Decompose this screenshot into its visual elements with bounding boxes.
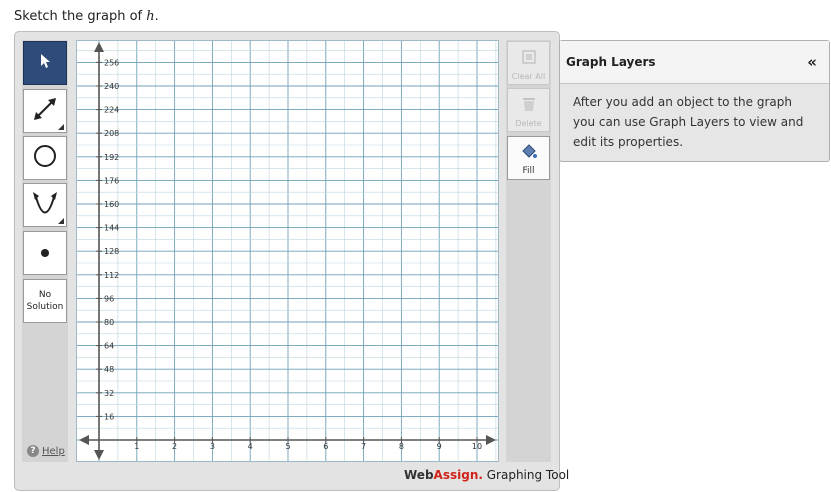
y-tick-label: 128 xyxy=(104,247,119,256)
help-label: Help xyxy=(42,445,65,457)
no-solution-label-line1: No xyxy=(38,290,52,300)
y-tick-label: 256 xyxy=(104,58,119,67)
point-tool-button[interactable] xyxy=(23,231,67,275)
x-tick-label: 7 xyxy=(361,442,366,451)
graph-layers-title: Graph Layers xyxy=(566,55,656,69)
graph-layers-description: After you add an object to the graph you… xyxy=(573,95,804,149)
collapse-icon[interactable]: « xyxy=(807,53,817,71)
circle-tool-button[interactable] xyxy=(23,136,67,180)
y-tick-label: 96 xyxy=(104,294,114,303)
point-icon xyxy=(39,244,51,263)
delete-label: Delete xyxy=(515,119,542,128)
clear-all-icon xyxy=(521,42,536,72)
prompt-period: . xyxy=(154,9,159,24)
help-link[interactable]: ? Help xyxy=(27,445,65,457)
x-tick-label: 5 xyxy=(285,442,290,451)
y-tick-label: 208 xyxy=(104,129,119,138)
brand-web: Web xyxy=(404,468,434,482)
y-tick-label: 32 xyxy=(104,389,114,398)
x-tick-label: 2 xyxy=(172,442,177,451)
graph-canvas[interactable]: 1 2 3 4 5 6 7 8 9 10 16 32 48 64 80 96 112 128 144 160 176 19… xyxy=(76,40,499,462)
y-tick-label: 48 xyxy=(104,365,114,374)
arrow-cursor-icon xyxy=(38,53,52,73)
x-axis-right-arrow-icon xyxy=(486,435,496,445)
x-tick-label: 10 xyxy=(472,442,482,451)
y-tick-label: 192 xyxy=(104,153,119,162)
y-tick-label: 176 xyxy=(104,176,119,185)
brand-graphing-tool: Graphing Tool xyxy=(482,468,570,482)
fill-label: Fill xyxy=(522,166,535,176)
prompt-variable: h xyxy=(146,9,155,24)
webassign-branding: WebAssign. Graphing Tool xyxy=(404,468,569,482)
y-tick-label: 64 xyxy=(104,342,114,351)
trash-icon xyxy=(522,89,536,119)
x-tick-label: 6 xyxy=(323,442,328,451)
paint-bucket-icon xyxy=(520,137,538,166)
delete-button[interactable]: Delete xyxy=(507,88,550,132)
no-solution-button[interactable]: No Solution xyxy=(23,279,67,323)
x-tick-label: 9 xyxy=(437,442,442,451)
y-axis-up-arrow-icon xyxy=(94,42,104,52)
submenu-corner-icon xyxy=(58,218,64,224)
x-tick-label: 3 xyxy=(210,442,215,451)
brand-assign: Assign. xyxy=(433,468,483,482)
pointer-tool-button[interactable] xyxy=(23,41,67,85)
y-tick-label: 224 xyxy=(104,106,119,115)
no-solution-label-line2: Solution xyxy=(26,302,64,312)
y-tick-label: 144 xyxy=(104,224,119,233)
prompt-text: Sketch the graph of xyxy=(14,9,143,24)
graph-layers-header: Graph Layers « xyxy=(560,41,829,84)
y-tick-label: 80 xyxy=(104,318,114,327)
parabola-icon xyxy=(30,188,60,222)
fill-button[interactable]: Fill xyxy=(507,136,550,180)
question-prompt: Sketch the graph of h. xyxy=(14,9,159,24)
help-icon: ? xyxy=(27,445,39,457)
circle-icon xyxy=(32,143,58,173)
submenu-corner-icon xyxy=(58,124,64,130)
clear-all-label: Clear All xyxy=(511,72,546,81)
x-axis-left-arrow-icon xyxy=(79,435,89,445)
coordinate-grid[interactable]: 1 2 3 4 5 6 7 8 9 10 16 32 48 64 80 96 112 128 144 160 176 19… xyxy=(77,41,498,461)
clear-all-button[interactable]: Clear All xyxy=(507,41,550,85)
line-tool-button[interactable] xyxy=(23,89,67,133)
y-tick-label: 240 xyxy=(104,82,119,91)
graph-layers-panel: Graph Layers « After you add an object t… xyxy=(559,40,830,162)
y-tick-label: 16 xyxy=(104,412,114,421)
x-tick-label: 1 xyxy=(134,442,139,451)
line-segment-icon xyxy=(30,94,60,128)
parabola-tool-button[interactable] xyxy=(23,183,67,227)
y-tick-label: 112 xyxy=(104,271,119,280)
y-axis-down-arrow-icon xyxy=(94,450,104,460)
x-tick-label: 8 xyxy=(399,442,404,451)
y-tick-label: 160 xyxy=(104,200,119,209)
x-tick-label: 4 xyxy=(248,442,253,451)
